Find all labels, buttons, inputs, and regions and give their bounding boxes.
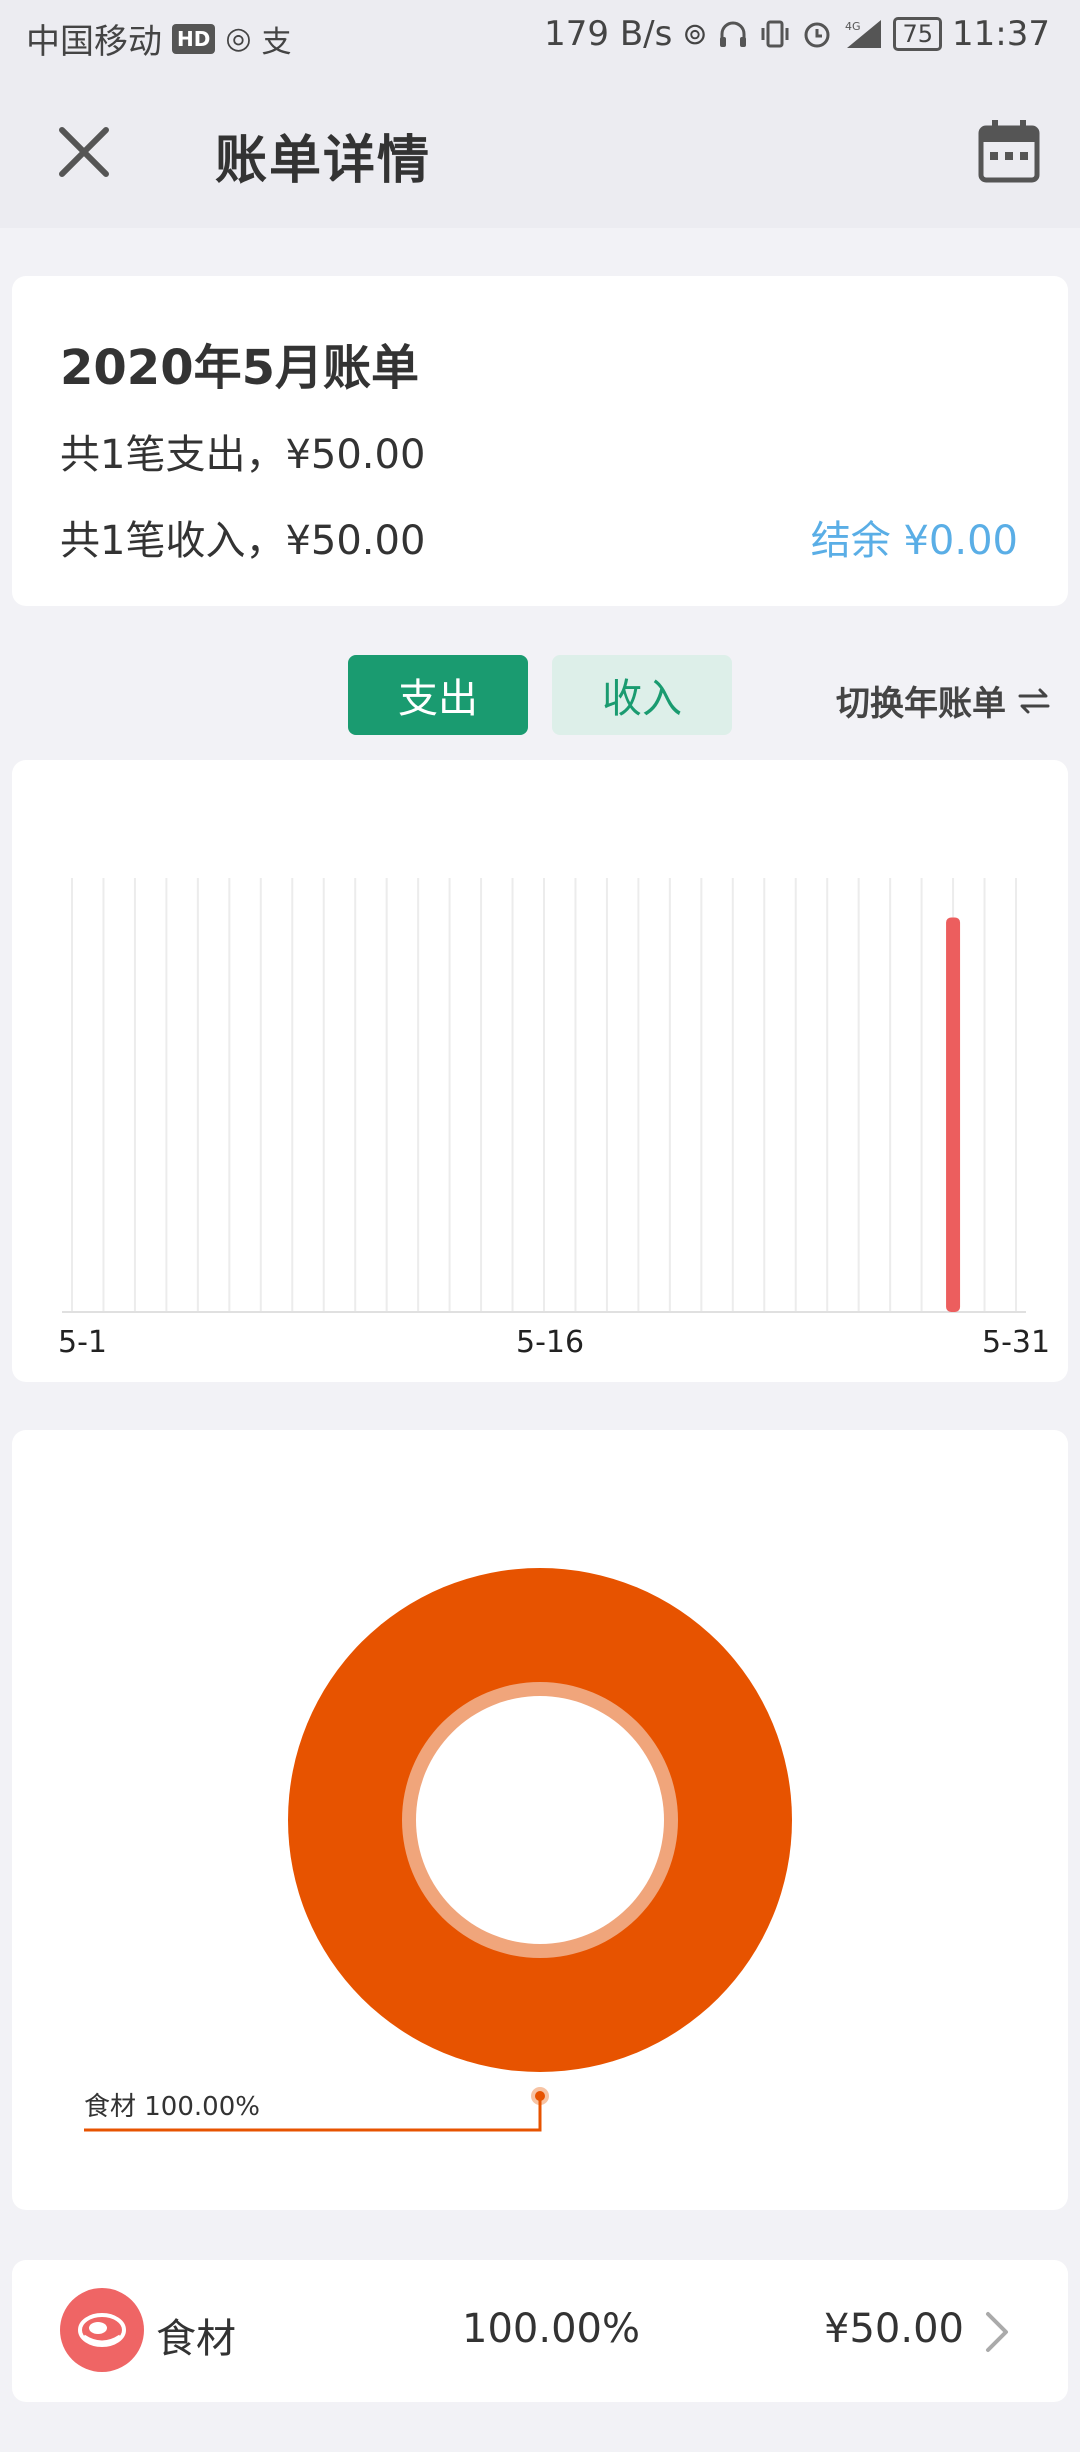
net-speed: 179 B/s [544,14,673,54]
svg-text:4G: 4G [845,20,861,33]
hd-badge: HD [172,23,216,54]
bar-5-29 [946,917,961,1312]
status-right: 179 B/s ⊚ 4G 75 11:37 [544,14,1050,54]
category-amount: ¥50.00 [824,2306,964,2352]
x-tick-label: 5-16 [516,1325,585,1360]
swap-icon [1018,688,1050,713]
clock: 11:37 [952,14,1050,54]
summary-card: 2020年5月账单 共1笔支出，¥50.00 共1笔收入，¥50.00 结余 ¥… [12,276,1068,606]
hotspot-icon: ⊚ [682,16,708,52]
alarm-icon [804,22,830,48]
income-summary: 共1笔收入，¥50.00 [60,518,426,564]
category-percent: 100.00% [462,2306,640,2352]
chevron-right-icon [986,2312,1008,2352]
x-tick-label: 5-1 [58,1325,107,1360]
battery-icon: 75 [893,17,943,51]
calendar-icon[interactable] [976,118,1042,184]
switch-year-label: 切换年账单 [836,684,1006,724]
pie-slice-label: 食材 100.00% [84,2092,260,2122]
headphones-icon [720,21,747,47]
switch-year-button[interactable]: 切换年账单 [836,676,1052,725]
signal-4g-icon: 4G [845,20,882,48]
weibo-icon: ◎ [225,21,252,56]
balance-text: 结余 ¥0.00 [810,518,1018,564]
bill-title: 2020年5月账单 [60,340,419,396]
pie-hole [416,1696,664,1944]
carrier-name: 中国移动 [26,22,162,62]
x-tick-label: 5-31 [982,1325,1051,1360]
category-pie-card: 食材 100.00% [12,1430,1068,2210]
nav-bar: 账单详情 [0,76,1080,228]
vibrate-icon [761,20,789,48]
alipay-icon: 支 [261,24,292,60]
expense-summary: 共1笔支出，¥50.00 [60,432,426,478]
meat-icon [60,2288,144,2372]
category-name: 食材 [156,2316,236,2362]
page-title: 账单详情 [215,131,432,191]
close-icon[interactable] [48,116,120,188]
daily-bar-chart [62,878,1026,1313]
tab-expense[interactable]: 支出 [348,655,528,735]
tab-income[interactable]: 收入 [552,655,732,735]
daily-bar-chart-card: 5-1 5-16 5-31 [12,760,1068,1382]
status-left: 中国移动 HD ◎ 支 [26,14,292,63]
status-bar: 中国移动 HD ◎ 支 179 B/s ⊚ 4G 75 11:37 [0,0,1080,76]
category-row[interactable]: 食材 100.00% ¥50.00 [12,2260,1068,2402]
